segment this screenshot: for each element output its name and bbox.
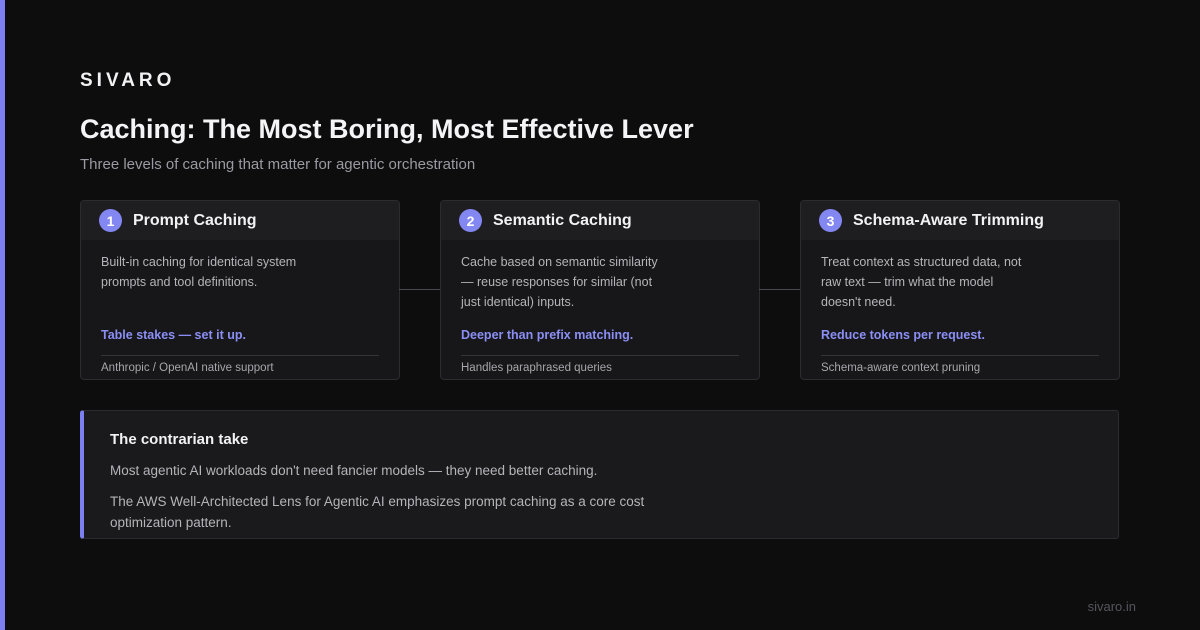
card-footnote: Anthropic / OpenAI native support [101,362,274,374]
page-subtitle: Three levels of caching that matter for … [80,156,476,173]
contrarian-take-callout: The contrarian take Most agentic AI work… [80,410,1119,539]
step-number-badge: 3 [819,209,842,232]
card-description: Built-in caching for identical system pr… [101,255,297,289]
card-divider [821,355,1099,356]
card-header: 2 Semantic Caching [441,201,759,240]
card-divider [101,355,379,356]
card-semantic-caching: 2 Semantic Caching Cache based on semant… [440,200,760,380]
card-header: 3 Schema-Aware Trimming [801,201,1119,240]
page-title: Caching: The Most Boring, Most Effective… [80,114,694,144]
card-divider [461,355,739,356]
card-header: 1 Prompt Caching [81,201,399,240]
callout-paragraph: Most agentic AI workloads don't need fan… [110,463,598,478]
step-number-badge: 1 [99,209,122,232]
card-highlight: Table stakes — set it up. [101,328,246,342]
card-prompt-caching: 1 Prompt Caching Built-in caching for id… [80,200,400,380]
step-number-badge: 2 [459,209,482,232]
card-highlight: Deeper than prefix matching. [461,328,634,342]
card-title: Semantic Caching [493,211,632,229]
card-description: Cache based on semantic similarity — reu… [461,255,658,309]
callout-title: The contrarian take [110,431,249,448]
card-schema-aware-trimming: 3 Schema-Aware Trimming Treat context as… [800,200,1120,380]
card-description: Treat context as structured data, not ra… [821,255,1022,309]
card-footnote: Schema-aware context pruning [821,362,981,374]
accent-strip [0,0,5,630]
card-footnote: Handles paraphrased queries [461,362,612,374]
card-highlight: Reduce tokens per request. [821,328,985,342]
card-title: Prompt Caching [133,211,257,229]
footer-url: sivaro.in [1087,599,1136,614]
callout-paragraph: The AWS Well-Architected Lens for Agenti… [110,494,645,530]
brand-logo: SIVARO [80,70,176,91]
card-title: Schema-Aware Trimming [853,211,1044,229]
